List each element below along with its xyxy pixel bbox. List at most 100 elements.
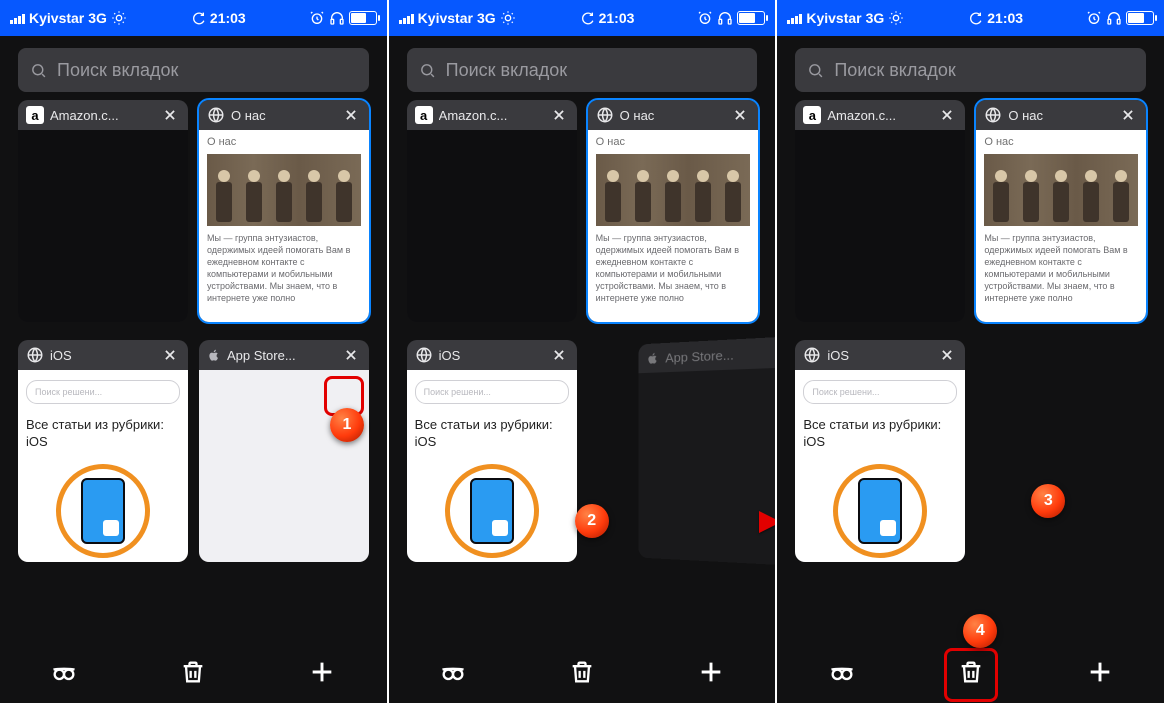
tab-title: App Store... [227, 348, 335, 363]
trash-button[interactable] [172, 651, 214, 693]
about-desc: Мы — группа энтузиастов, одержимых идеей… [207, 232, 361, 304]
ios-search-pill: Поиск решени... [415, 380, 569, 404]
tab-title: О нас [231, 108, 335, 123]
tab-card-amazon[interactable]: aAmazon.c... [407, 100, 577, 322]
close-tab-button[interactable] [341, 105, 361, 125]
tab-header: О нас [199, 100, 369, 130]
tab-title: iOS [439, 348, 543, 363]
signal-icon [399, 12, 414, 24]
tab-card-amazon[interactable]: aAmazon.c... [795, 100, 965, 322]
tab-card-amazon[interactable]: a Amazon.c... [18, 100, 188, 322]
tab-preview: О насМы — группа энтузиастов, одержимых … [976, 130, 1146, 322]
time-label: 21:03 [210, 10, 246, 26]
ios-search-pill: Поиск решени... [803, 380, 957, 404]
headphones-icon [329, 10, 345, 26]
search-placeholder: Поиск вкладок [446, 60, 567, 81]
ios-badge-icon [445, 464, 539, 558]
tabs-grid: a Amazon.c... О нас О нас Мы — группа эн… [18, 100, 369, 598]
time-label: 21:03 [599, 10, 635, 26]
trash-button[interactable] [561, 651, 603, 693]
close-tab-button[interactable] [549, 345, 569, 365]
tab-title: App Store... [665, 345, 775, 365]
tab-search-input[interactable]: Поиск вкладок [795, 48, 1146, 92]
close-tab-button[interactable] [1118, 105, 1138, 125]
headphones-icon [717, 10, 733, 26]
sun-icon [111, 10, 127, 26]
tab-card-about[interactable]: О нас О насМы — группа энтузиастов, одер… [588, 100, 758, 322]
about-photo [596, 154, 750, 226]
carrier-label: Kyivstar [418, 10, 473, 26]
about-heading: О нас [207, 136, 361, 148]
tab-preview [18, 130, 188, 322]
amazon-favicon: a [803, 106, 821, 124]
tab-search-input[interactable]: Поиск вкладок [407, 48, 758, 92]
tab-preview [199, 370, 369, 562]
tab-preview [638, 367, 775, 567]
tab-title: Amazon.c... [50, 108, 154, 123]
step-marker-1: 1 [330, 408, 364, 442]
amazon-favicon: a [415, 106, 433, 124]
step-marker-2: 2 [575, 504, 609, 538]
tab-title: iOS [827, 348, 931, 363]
close-tab-button[interactable] [160, 105, 180, 125]
network-label: 3G [477, 10, 496, 26]
tab-card-ios[interactable]: iOS Поиск решени... Все статьи из рубрики… [407, 340, 577, 562]
apple-icon [646, 350, 659, 366]
amazon-favicon: a [26, 106, 44, 124]
close-tab-button[interactable] [937, 345, 957, 365]
tab-preview: Поиск решени... Все статьи из рубрики: iO… [407, 370, 577, 562]
trash-button[interactable] [950, 651, 992, 693]
new-tab-button[interactable] [1079, 651, 1121, 693]
carrier-label: Kyivstar [29, 10, 84, 26]
about-desc: Мы — группа энтузиастов, одержимых идеей… [984, 232, 1138, 304]
close-tab-button[interactable] [937, 105, 957, 125]
panel-3: Kyivstar 3G 21:03 Поиск вкладок aAmazon.… [777, 0, 1164, 703]
tab-header: App Store... [199, 340, 369, 370]
search-icon [30, 62, 47, 79]
sync-icon [579, 10, 595, 26]
headphones-icon [1106, 10, 1122, 26]
tab-card-appstore[interactable]: App Store... [199, 340, 369, 562]
alarm-icon [697, 10, 713, 26]
ios-heading: Все статьи из рубрики: iOS [415, 416, 569, 450]
tab-card-ios[interactable]: iOS Поиск решени... Все статьи из рубрики… [795, 340, 965, 562]
tab-search-input[interactable]: Поиск вкладок [18, 48, 369, 92]
tab-header: iOS [18, 340, 188, 370]
incognito-button[interactable] [432, 651, 474, 693]
search-icon [807, 62, 824, 79]
search-placeholder: Поиск вкладок [57, 60, 178, 81]
search-placeholder: Поиск вкладок [834, 60, 955, 81]
status-bar: Kyivstar 3G 21:03 [777, 0, 1164, 36]
ios-heading: Все статьи из рубрики: iOS [803, 416, 957, 450]
carrier-label: Kyivstar [806, 10, 861, 26]
tab-card-about[interactable]: О нас О насМы — группа энтузиастов, одер… [976, 100, 1146, 322]
tab-title: О нас [1008, 108, 1112, 123]
sun-icon [888, 10, 904, 26]
globe-icon [207, 106, 225, 124]
close-tab-button[interactable] [160, 345, 180, 365]
time-label: 21:03 [987, 10, 1023, 26]
bottom-toolbar [0, 641, 387, 703]
tab-title: iOS [50, 348, 154, 363]
battery-icon [1126, 11, 1154, 25]
globe-icon [984, 106, 1002, 124]
globe-icon [803, 346, 821, 364]
ios-badge-icon [833, 464, 927, 558]
tab-card-appstore-dragging[interactable]: App Store... [638, 335, 775, 566]
tab-card-about[interactable]: О нас О нас Мы — группа энтузиастов, оде… [199, 100, 369, 322]
bottom-toolbar [389, 641, 776, 703]
close-tab-button[interactable] [549, 105, 569, 125]
network-label: 3G [88, 10, 107, 26]
close-tab-button[interactable] [730, 105, 750, 125]
new-tab-button[interactable] [690, 651, 732, 693]
ios-search-pill: Поиск решени... [26, 380, 180, 404]
tab-preview [407, 130, 577, 322]
globe-icon [415, 346, 433, 364]
tab-card-ios[interactable]: iOS Поиск решени... Все статьи из рубрик… [18, 340, 188, 562]
panel-1: Kyivstar 3G 21:03 Поиск вкладок a Amazon… [0, 0, 387, 703]
new-tab-button[interactable] [301, 651, 343, 693]
close-tab-button[interactable] [341, 345, 361, 365]
incognito-button[interactable] [821, 651, 863, 693]
incognito-button[interactable] [43, 651, 85, 693]
signal-icon [787, 12, 802, 24]
